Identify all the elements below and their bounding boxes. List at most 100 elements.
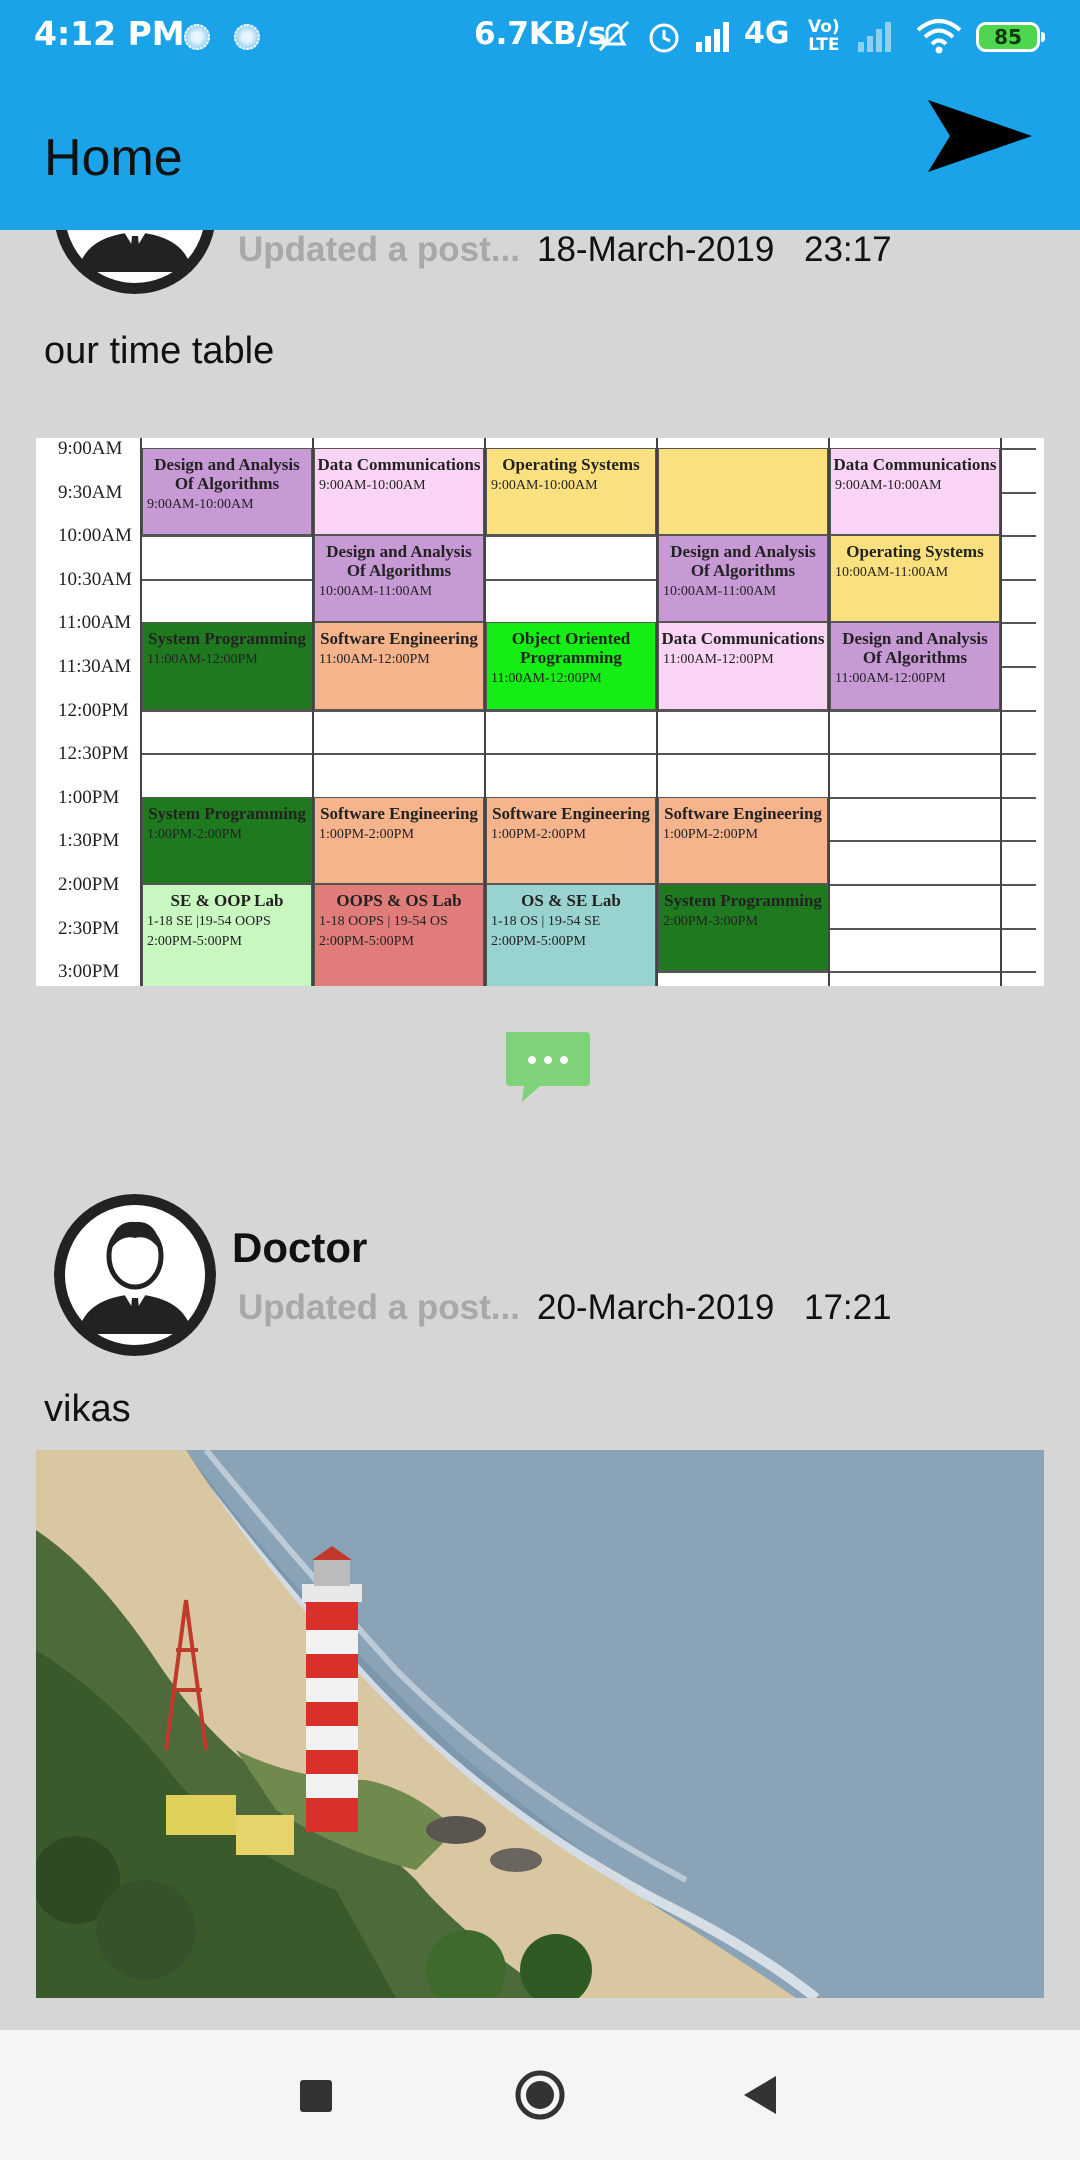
signal-icon	[696, 22, 729, 52]
timetable-cell-title: Design and Analysis Of Algorithms	[154, 455, 300, 493]
timetable-cell-title: OS & SE Lab	[521, 891, 621, 910]
post-image-photo[interactable]	[36, 1450, 1044, 1998]
timetable-time-label: 9:00AM	[58, 438, 123, 459]
comment-button[interactable]	[500, 1026, 592, 1106]
send-icon	[928, 100, 1032, 172]
avatar[interactable]	[54, 1194, 216, 1356]
timetable-cell: Software Engineering 1:00PM-2:00PM	[658, 796, 828, 884]
timetable-cell-title: Data Communications	[317, 455, 481, 474]
timetable-cell: OS & SE Lab 1-18 OS | 19-54 SE 2:00PM-5:00…	[486, 884, 656, 986]
timetable-cell-title: Operating Systems	[846, 542, 984, 562]
timetable-cell: OOPS & OS Lab 1-18 OOPS | 19-54 OS 2:00PM-…	[314, 884, 484, 986]
signal-weak-icon	[858, 22, 891, 52]
timetable-cell-time: 1:00PM-2:00PM	[319, 826, 414, 842]
timetable-cell-time: 1:00PM-2:00PM	[147, 826, 242, 842]
timetable-cell-title: Object Oriented Programming	[511, 629, 631, 668]
timetable-cell-title: Software Engineering	[492, 803, 650, 823]
home-button[interactable]	[512, 2070, 568, 2125]
timetable-cell	[658, 448, 828, 536]
bell-muted-icon	[598, 20, 630, 52]
send-button[interactable]	[920, 92, 1040, 202]
timetable-cell: Operating Systems 10:00AM-11:00AM	[830, 535, 1000, 623]
timetable-cell-time: 11:00AM-12:00PM	[663, 652, 774, 668]
notification-dot-icon	[184, 24, 210, 50]
post-text: our time table	[44, 330, 275, 372]
timetable-cell-time: 9:00AM-10:00AM	[491, 478, 598, 493]
timetable-cell: System Programming 2:00PM-3:00PM	[658, 884, 828, 972]
timetable-cell: Operating Systems 9:00AM-10:00AM	[486, 448, 656, 536]
timetable-cell-title: Data Communications	[661, 629, 825, 649]
timetable-cell: Design and Analysis Of Algorithms 9:00AM-…	[142, 448, 312, 536]
timetable-cell-title: OOPS & OS Lab	[336, 891, 462, 910]
timetable-cell-time: 10:00AM-11:00AM	[319, 584, 433, 600]
timetable-cell: Data Communications 11:00AM-12:00PM	[658, 622, 828, 710]
back-button[interactable]	[740, 2070, 780, 2125]
post-text: vikas	[44, 1388, 131, 1430]
post-time: 23:17	[804, 230, 892, 269]
post-time: 17:21	[804, 1288, 892, 1327]
timetable-time-label: 10:00AM	[58, 525, 132, 547]
timetable-cell-time: 2:00PM-5:00PM	[319, 934, 414, 949]
timetable-time-label: 10:30AM	[58, 568, 132, 590]
timetable-cell-title: Software Engineering	[664, 803, 822, 823]
timetable-time-label: 1:00PM	[58, 786, 120, 808]
timetable-time-label: 12:30PM	[58, 743, 129, 765]
timetable-cell-time: 11:00AM-12:00PM	[147, 652, 258, 668]
post-action: Updated a post...	[238, 230, 520, 269]
timetable-cell: Software Engineering 1:00PM-2:00PM	[486, 796, 656, 884]
timetable-cell-title: Operating Systems	[502, 455, 640, 474]
timetable-cell-title: Software Engineering	[320, 803, 478, 823]
timetable-cell-time: 1-18 OS | 19-54 SE	[491, 914, 601, 929]
page-title: Home	[44, 129, 183, 187]
post-date: 20-March-2019	[537, 1288, 775, 1327]
post-date: 18-March-2019	[537, 230, 775, 269]
timetable-cell-title: Design and Analysis Of Algorithms	[842, 629, 988, 668]
timetable-cell-time: 1-18 SE |19-54 OOPS	[147, 914, 271, 929]
timetable-time-label: 1:30PM	[58, 830, 120, 852]
circle-home-icon	[515, 2070, 565, 2120]
timetable-cell-time: 9:00AM-10:00AM	[835, 478, 942, 493]
timetable-cell: Design and Analysis Of Algorithms 11:00AM…	[830, 622, 1000, 710]
notification-dot-icon	[234, 24, 260, 50]
recents-button[interactable]	[296, 2070, 336, 2125]
status-time: 4:12 PM	[34, 14, 185, 53]
timetable-cell: Software Engineering 1:00PM-2:00PM	[314, 796, 484, 884]
square-recents-icon	[300, 2080, 332, 2112]
system-nav-bar	[0, 2030, 1080, 2160]
timetable-cell: SE & OOP Lab 1-18 SE |19-54 OOPS 2:00PM-5:…	[142, 884, 312, 986]
timetable-cell-time: 1-18 OOPS | 19-54 OS	[319, 914, 448, 929]
post-feed[interactable]: Updated a post... 18-March-2019 23:17 ou…	[0, 230, 1080, 2030]
timetable-time-label: 2:30PM	[58, 917, 120, 939]
timetable-cell: System Programming 1:00PM-2:00PM	[142, 796, 312, 884]
timetable-time-label: 11:00AM	[58, 612, 132, 634]
lighthouse-beach-photo	[36, 1450, 1044, 1998]
timetable-cell-title: Software Engineering	[320, 629, 478, 649]
user-avatar-icon	[54, 1194, 216, 1356]
post-action: Updated a post...	[238, 1288, 520, 1327]
volte-line1: Vo)	[808, 17, 840, 37]
timetable-cell-title: Design and Analysis Of Algorithms	[326, 542, 472, 581]
timetable-cell-time: 11:00AM-12:00PM	[835, 671, 946, 687]
chat-bubble-icon	[506, 1032, 590, 1102]
timetable-cell-title: System Programming	[664, 891, 822, 910]
timetable: 9:00AM 9:30AM 10:00AM 10:30AM 11:00AM 11:30AM…	[36, 438, 1044, 986]
timetable-cell-time: 2:00PM-3:00PM	[663, 914, 758, 929]
timetable-cell-time: 9:00AM-10:00AM	[319, 478, 426, 493]
user-avatar-icon	[55, 230, 215, 294]
poster-name[interactable]: Doctor	[232, 1224, 367, 1272]
network-speed: 6.7KB/s	[474, 16, 607, 52]
timetable-cell: Object Oriented Programming 11:00AM-12:00…	[486, 622, 656, 710]
timetable-cell: Design and Analysis Of Algorithms 10:00AM…	[658, 535, 828, 623]
avatar[interactable]	[54, 230, 216, 294]
timetable-cell: System Programming 11:00AM-12:00PM	[142, 622, 312, 710]
timetable-cell: Design and Analysis Of Algorithms 10:00AM…	[314, 535, 484, 623]
timetable-time-label: 3:00PM	[58, 961, 120, 983]
timetable-cell-time: 2:00PM-5:00PM	[491, 934, 586, 949]
timetable-time-label: 2:00PM	[58, 874, 120, 895]
post-image-timetable[interactable]: 9:00AM 9:30AM 10:00AM 10:30AM 11:00AM 11:30AM…	[36, 438, 1044, 986]
timetable-cell-title: System Programming	[148, 629, 306, 649]
volte-line2: LTE	[808, 35, 840, 55]
timetable-cell-time: 9:00AM-10:00AM	[147, 497, 254, 512]
timetable-col-line	[1000, 438, 1002, 986]
timetable-cell-time: 1:00PM-2:00PM	[663, 826, 758, 842]
